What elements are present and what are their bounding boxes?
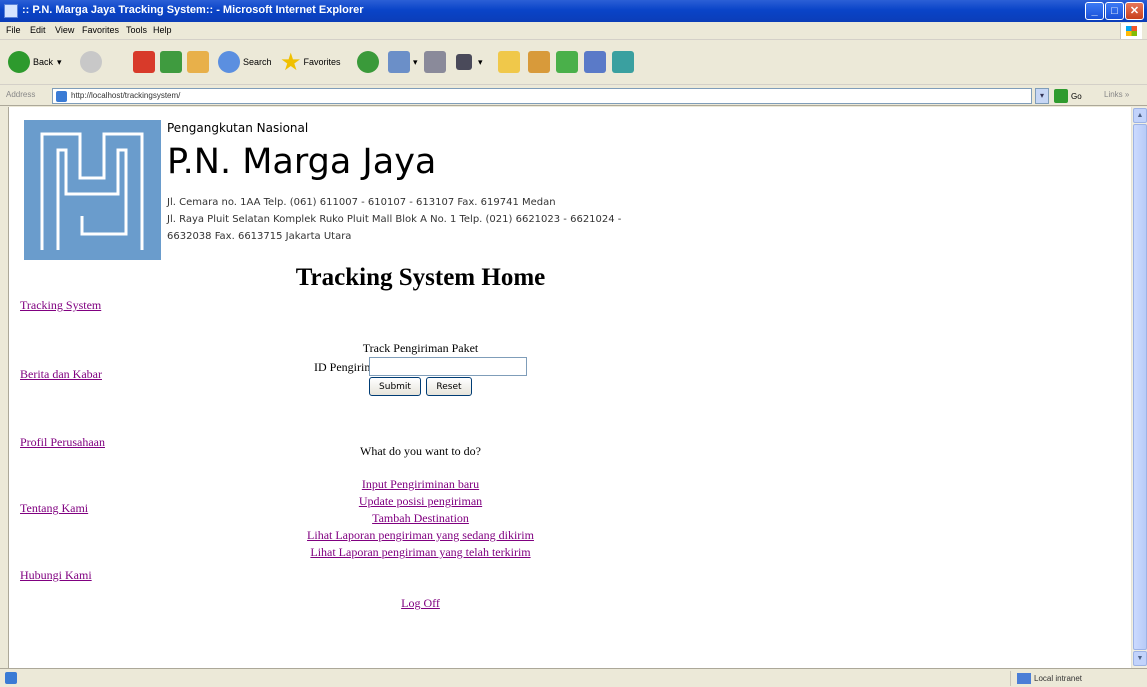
media-icon bbox=[584, 51, 606, 73]
close-button[interactable]: ✕ bbox=[1125, 2, 1144, 20]
nav-berita-dan-kabar[interactable]: Berita dan Kabar bbox=[20, 367, 102, 382]
address-label: Address bbox=[6, 90, 36, 99]
action-question: What do you want to do? bbox=[360, 444, 481, 458]
go-label: Go bbox=[1071, 91, 1082, 101]
company-kicker: Pengangkutan Nasional bbox=[167, 121, 309, 135]
zone-label: Local intranet bbox=[1034, 674, 1083, 683]
browser-window: :: P.N. Marga Jaya Tracking System:: - M… bbox=[0, 0, 1147, 687]
folder-button[interactable] bbox=[498, 46, 520, 78]
scroll-thumb[interactable] bbox=[1133, 124, 1147, 650]
chevron-down-icon: ▾ bbox=[478, 56, 483, 67]
research-button[interactable] bbox=[528, 46, 550, 78]
title-bar[interactable]: :: P.N. Marga Jaya Tracking System:: - M… bbox=[0, 0, 1147, 22]
scroll-up-arrow-icon[interactable]: ▲ bbox=[1133, 108, 1147, 123]
nav-tracking-system[interactable]: Tracking System bbox=[20, 298, 101, 313]
go-arrow-icon bbox=[1054, 89, 1068, 103]
star-icon: ★ bbox=[280, 48, 302, 76]
ie-page-icon bbox=[4, 4, 18, 18]
address-input[interactable]: http://localhost/trackingsystem/ bbox=[52, 88, 1032, 104]
history-button[interactable] bbox=[357, 46, 379, 78]
messenger-button[interactable] bbox=[556, 46, 578, 78]
edit-button[interactable]: ▾ bbox=[456, 46, 483, 78]
back-arrow-icon bbox=[8, 51, 30, 73]
security-zone: Local intranet bbox=[1010, 671, 1082, 686]
menu-tools[interactable]: Tools bbox=[126, 25, 147, 35]
page-icon bbox=[56, 91, 67, 102]
window-title: :: P.N. Marga Jaya Tracking System:: - M… bbox=[22, 4, 364, 16]
page-title: Tracking System Home bbox=[295, 264, 546, 291]
go-button[interactable]: Go bbox=[1054, 88, 1082, 104]
home-button[interactable] bbox=[187, 46, 209, 78]
refresh-button[interactable] bbox=[160, 46, 182, 78]
favorites-label: Favorites bbox=[303, 57, 341, 67]
media-button[interactable] bbox=[584, 46, 606, 78]
menu-view[interactable]: View bbox=[55, 25, 74, 35]
forward-button[interactable] bbox=[80, 46, 102, 78]
link-laporan-telah-terkirim[interactable]: Lihat Laporan pengiriman yang telah terk… bbox=[9, 545, 832, 560]
minimize-button[interactable]: _ bbox=[1085, 2, 1104, 20]
reset-button[interactable]: Reset bbox=[426, 377, 472, 396]
scroll-down-arrow-icon[interactable]: ▼ bbox=[1133, 651, 1147, 666]
back-button[interactable]: Back ▾ bbox=[8, 46, 62, 78]
link-tambah-destination[interactable]: Tambah Destination bbox=[9, 511, 832, 526]
link-input-pengiriman[interactable]: Input Pengiriminan baru bbox=[9, 477, 832, 492]
page-viewport: Pengangkutan Nasional P.N. Marga Jaya Jl… bbox=[8, 107, 1131, 668]
menu-help[interactable]: Help bbox=[153, 25, 172, 35]
id-pengiriman-input[interactable] bbox=[369, 357, 527, 376]
print-button[interactable] bbox=[424, 46, 446, 78]
print-icon bbox=[424, 51, 446, 73]
nav-hubungi-kami[interactable]: Hubungi Kami bbox=[20, 568, 92, 583]
links-button[interactable]: Links » bbox=[1104, 90, 1129, 99]
maximize-button[interactable]: □ bbox=[1105, 2, 1124, 20]
address-dropdown-button[interactable]: ▾ bbox=[1035, 88, 1049, 104]
track-form-title: Track Pengiriman Paket bbox=[362, 341, 479, 355]
stop-button[interactable] bbox=[133, 46, 155, 78]
history-icon bbox=[357, 51, 379, 73]
address-bar: Address http://localhost/trackingsystem/… bbox=[0, 86, 1147, 106]
edit-icon bbox=[456, 54, 472, 70]
company-name: P.N. Marga Jaya bbox=[167, 142, 437, 182]
forward-arrow-icon bbox=[80, 51, 102, 73]
tools-icon bbox=[612, 51, 634, 73]
menu-edit[interactable]: Edit bbox=[30, 25, 46, 35]
address-line-2: Jl. Raya Pluit Selatan Komplek Ruko Plui… bbox=[167, 214, 622, 225]
link-update-posisi[interactable]: Update posisi pengiriman bbox=[9, 494, 832, 509]
logoff-link[interactable]: Log Off bbox=[9, 596, 832, 611]
refresh-icon bbox=[160, 51, 182, 73]
menu-favorites[interactable]: Favorites bbox=[82, 25, 119, 35]
address-line-3: 6632038 Fax. 6613715 Jakarta Utara bbox=[167, 231, 352, 242]
address-value: http://localhost/trackingsystem/ bbox=[71, 91, 181, 100]
stop-icon bbox=[133, 51, 155, 73]
menu-file[interactable]: File bbox=[6, 25, 21, 35]
menu-bar: File Edit View Favorites Tools Help bbox=[0, 22, 1147, 40]
done-page-icon bbox=[5, 672, 17, 684]
folder-icon bbox=[498, 51, 520, 73]
favorites-button[interactable]: ★ Favorites bbox=[280, 46, 341, 78]
search-icon bbox=[218, 51, 240, 73]
mail-icon bbox=[388, 51, 410, 73]
toolbar: Back ▾ Search ★ Favorites ▾ ▾ bbox=[0, 41, 1147, 85]
mail-button[interactable]: ▾ bbox=[388, 46, 418, 78]
messenger-icon bbox=[556, 51, 578, 73]
address-line-1: Jl. Cemara no. 1AA Telp. (061) 611007 - … bbox=[167, 197, 556, 208]
status-bar: Local intranet bbox=[0, 668, 1147, 687]
search-button[interactable]: Search bbox=[218, 46, 272, 78]
vertical-scrollbar[interactable]: ▲ ▼ bbox=[1131, 107, 1147, 668]
company-address: Jl. Cemara no. 1AA Telp. (061) 611007 - … bbox=[167, 194, 621, 245]
submit-button[interactable]: Submit bbox=[369, 377, 421, 396]
search-label: Search bbox=[243, 57, 272, 67]
link-laporan-sedang-dikirim[interactable]: Lihat Laporan pengiriman yang sedang dik… bbox=[9, 528, 832, 543]
back-label: Back bbox=[33, 57, 54, 67]
intranet-icon bbox=[1017, 673, 1031, 684]
research-icon bbox=[528, 51, 550, 73]
chevron-down-icon: ▾ bbox=[413, 56, 418, 67]
home-icon bbox=[187, 51, 209, 73]
company-logo bbox=[24, 120, 161, 260]
tools-button[interactable] bbox=[612, 46, 634, 78]
chevron-down-icon: ▾ bbox=[57, 56, 62, 67]
windows-logo-icon bbox=[1120, 23, 1142, 39]
